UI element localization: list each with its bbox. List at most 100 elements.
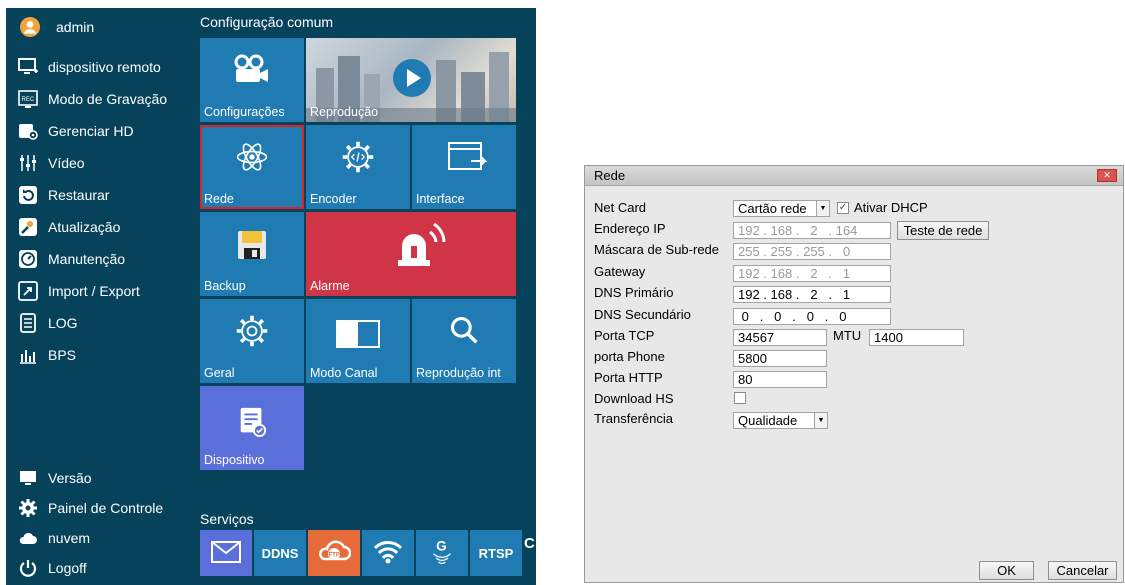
download-hs-label: Download HS xyxy=(594,391,674,406)
dhcp-checkbox[interactable]: ✓ xyxy=(837,202,849,214)
chevron-down-icon: ▼ xyxy=(814,413,827,428)
tile-settings[interactable]: Configurações xyxy=(200,38,304,122)
sidebar-item-version[interactable]: Versão xyxy=(18,464,92,492)
sidebar-item-restore[interactable]: Restaurar xyxy=(18,181,109,209)
wifi-icon xyxy=(373,540,403,567)
version-icon xyxy=(18,468,38,488)
download-hs-checkbox[interactable] xyxy=(734,392,746,404)
chevron-down-icon: ▼ xyxy=(816,201,829,216)
dns-secondary-field[interactable]: 0 . 0 . 0 . 0 xyxy=(733,308,891,325)
tile-playback[interactable]: Reprodução xyxy=(306,38,516,122)
subnet-mask-label: Máscara de Sub-rede xyxy=(594,242,720,257)
ip-octet: 192 xyxy=(738,223,760,238)
mobile-network-icon: G xyxy=(431,533,453,574)
tile-interface[interactable]: Interface xyxy=(412,125,516,209)
sidebar-item-label: Logoff xyxy=(48,560,87,576)
dns2-octet: 0 xyxy=(741,309,749,324)
tile-backup[interactable]: Backup xyxy=(200,212,304,296)
tile-channel-mode[interactable]: Modo Canal xyxy=(306,299,410,383)
sidebar-item-label: LOG xyxy=(48,315,78,331)
tile-alarm[interactable]: Alarme xyxy=(306,212,516,296)
sidebar-item-label: Restaurar xyxy=(48,187,110,203)
service-ftp[interactable]: FTP xyxy=(308,530,360,576)
tile-label: Alarme xyxy=(310,279,350,293)
sidebar-item-remote-device[interactable]: dispositivo remoto xyxy=(18,53,161,81)
http-port-field[interactable]: 80 xyxy=(733,371,827,388)
tile-encoder[interactable]: Encoder xyxy=(306,125,410,209)
service-mail[interactable] xyxy=(200,530,252,576)
service-label: RTSP xyxy=(478,545,514,561)
gateway-octet: 168 xyxy=(770,266,793,281)
dns-primary-label: DNS Primário xyxy=(594,285,674,300)
sidebar-item-label: nuvem xyxy=(48,530,91,546)
user-header[interactable]: admin xyxy=(18,13,94,41)
maintenance-icon xyxy=(18,249,38,269)
cancel-button[interactable]: Cancelar xyxy=(1048,561,1117,580)
service-wifi[interactable] xyxy=(362,530,414,576)
service-ddns[interactable]: DDNS xyxy=(254,530,306,576)
search-icon xyxy=(412,315,516,345)
ip-address-field[interactable]: 192 . 168 . 2 . 164 xyxy=(733,222,891,239)
mask-octet: 255 xyxy=(770,244,793,259)
tile-label: Encoder xyxy=(310,192,357,206)
service-rtsp[interactable]: RTSP xyxy=(470,530,522,576)
sidebar-item-bps[interactable]: BPS xyxy=(18,341,76,369)
tcp-port-field[interactable]: 34567 xyxy=(733,329,827,346)
dns1-octet: 192 xyxy=(738,287,760,302)
tile-label: Geral xyxy=(204,366,235,380)
sidebar-item-update[interactable]: Atualização xyxy=(18,213,120,241)
gateway-octet: 1 xyxy=(842,266,851,281)
gateway-field[interactable]: 192 . 168 . 2 . 1 xyxy=(733,265,891,282)
tile-network[interactable]: Rede xyxy=(200,125,304,209)
tile-label: Reprodução int xyxy=(416,366,501,380)
transfer-label: Transferência xyxy=(594,411,673,426)
services-more-indicator[interactable]: C xyxy=(524,535,535,552)
sidebar-item-hdd[interactable]: Gerenciar HD xyxy=(18,117,134,145)
svg-text:REC: REC xyxy=(22,97,35,103)
net-card-value: Cartão rede xyxy=(738,201,807,216)
phone-port-label: porta Phone xyxy=(594,349,665,364)
dialog-titlebar: Rede ✕ xyxy=(585,166,1123,186)
code-gear-icon xyxy=(306,139,410,175)
close-button[interactable]: ✕ xyxy=(1097,169,1117,182)
dns2-octet: 0 xyxy=(839,309,847,324)
sidebar-item-label: Manutenção xyxy=(48,251,126,267)
sidebar-item-label: Painel de Controle xyxy=(48,500,164,516)
tile-intelligent-playback[interactable]: Reprodução int xyxy=(412,299,516,383)
rec-icon: REC xyxy=(18,89,38,109)
ok-button[interactable]: OK xyxy=(979,561,1034,580)
services-title: Serviços xyxy=(200,511,254,527)
sidebar-item-recording-mode[interactable]: REC Modo de Gravação xyxy=(18,85,167,113)
sidebar-item-log[interactable]: LOG xyxy=(18,309,78,337)
gateway-octet: 2 xyxy=(810,266,818,281)
svg-text:FTP: FTP xyxy=(329,552,340,558)
mtu-field[interactable]: 1400 xyxy=(869,329,964,346)
sidebar-item-logoff[interactable]: Logoff xyxy=(18,554,87,582)
dns-primary-field[interactable]: 192 . 168 . 2 . 1 xyxy=(733,286,891,303)
transfer-select[interactable]: Qualidade ▼ xyxy=(733,412,828,429)
bps-icon xyxy=(18,345,38,365)
mask-octet: 0 xyxy=(842,244,851,259)
mail-icon xyxy=(211,540,241,566)
tile-label: Backup xyxy=(204,279,246,293)
sidebar-item-label: Gerenciar HD xyxy=(48,123,134,139)
service-3g[interactable]: G xyxy=(416,530,468,576)
tile-label: Configurações xyxy=(204,105,285,119)
tile-general[interactable]: Geral xyxy=(200,299,304,383)
dns1-octet: 168 xyxy=(770,287,793,302)
sidebar-item-video[interactable]: Vídeo xyxy=(18,149,85,177)
sidebar-item-import-export[interactable]: Import / Export xyxy=(18,277,140,305)
gear-icon xyxy=(200,313,304,349)
subnet-mask-field[interactable]: 255 . 255 . 255 . 0 xyxy=(733,243,891,260)
phone-port-field[interactable]: 5800 xyxy=(733,350,827,367)
net-card-select[interactable]: Cartão rede ▼ xyxy=(733,200,830,217)
sidebar-item-label: Atualização xyxy=(48,219,121,235)
window-arrow-icon xyxy=(422,141,516,175)
sidebar-item-maintenance[interactable]: Manutenção xyxy=(18,245,125,273)
play-icon xyxy=(392,58,432,103)
user-name: admin xyxy=(56,19,95,35)
tile-device[interactable]: Dispositivo xyxy=(200,386,304,470)
sidebar-item-cloud[interactable]: nuvem xyxy=(18,524,90,552)
network-test-button[interactable]: Teste de rede xyxy=(897,221,989,240)
sidebar-item-control-panel[interactable]: Painel de Controle xyxy=(18,494,163,522)
